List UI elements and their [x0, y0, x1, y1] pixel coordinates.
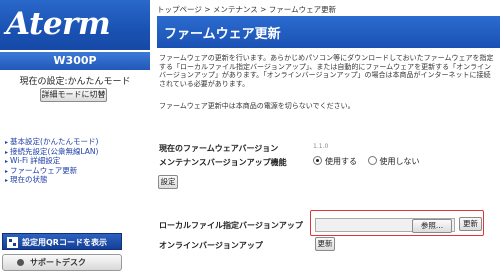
maintenance-radio-group: 使用する 使用しない	[313, 156, 428, 167]
title-bar: ファームウェア更新	[157, 16, 500, 48]
support-icon	[17, 259, 24, 266]
power-warning: ファームウェア更新中は本商品の電源を切らないでください。	[159, 102, 355, 110]
browse-button[interactable]: 参照...	[412, 219, 452, 233]
set-button[interactable]: 設定	[158, 175, 178, 189]
bullet-icon: ▸	[5, 158, 9, 166]
sidebar-item-status[interactable]: ▸ 現在の状態	[5, 176, 98, 186]
radio-option-use[interactable]: 使用する	[313, 156, 357, 166]
maintenance-upgrade-label: メンテナンスバージョンアップ機能	[159, 158, 287, 167]
page-root: Aterm W300P 現在の設定:かんたんモード 詳細モードに切替 ▸ 基本設定…	[0, 0, 500, 273]
local-update-button[interactable]: 更新	[459, 217, 482, 231]
radio-not-use[interactable]	[367, 156, 377, 165]
sidebar-item-label: Wi-Fi 詳細設定	[10, 156, 61, 166]
page-title: ファームウェア更新	[164, 27, 281, 42]
online-update-button[interactable]: 更新	[315, 237, 335, 251]
firmware-version-value: 1.1.0	[313, 143, 329, 150]
local-upgrade-label: ローカルファイル指定バージョンアップ	[159, 221, 303, 230]
radio-use[interactable]	[313, 156, 322, 165]
firmware-version-label: 現在のファームウェアバージョン	[159, 144, 279, 153]
breadcrumb[interactable]: トップページ > メンテナンス > ファームウェア更新	[157, 4, 336, 15]
logo-header: Aterm	[0, 0, 150, 50]
sidebar: Aterm W300P 現在の設定:かんたんモード 詳細モードに切替 ▸ 基本設定…	[0, 0, 150, 273]
page-description: ファームウェアの更新を行います。あらかじめパソコン等にダウンロードしておいたファ…	[159, 54, 494, 88]
sidebar-item-label: ファームウェア更新	[10, 165, 78, 175]
support-button-label: サポートデスク	[30, 258, 86, 267]
qr-button-label: 設定用QRコードを表示	[22, 238, 107, 247]
show-qr-code-button[interactable]: 設定用QRコードを表示	[2, 233, 122, 250]
radio-label-use: 使用する	[325, 157, 357, 166]
sidebar-item-label: 接続先設定(公衆無線LAN)	[10, 146, 99, 156]
bullet-icon: ▸	[5, 167, 9, 175]
aterm-logo: Aterm	[6, 6, 111, 42]
radio-option-not-use[interactable]: 使用しない	[367, 156, 420, 166]
current-mode-text: 現在の設定:かんたんモード	[19, 77, 131, 87]
support-desk-button[interactable]: サポートデスク	[2, 254, 122, 271]
qr-code-icon	[7, 237, 18, 248]
switch-detail-mode-button[interactable]: 詳細モードに切替	[40, 88, 107, 102]
radio-label-not-use: 使用しない	[379, 157, 420, 166]
bullet-icon: ▸	[5, 139, 9, 146]
sidebar-nav: ▸ 基本設定(かんたんモード) ▸ 接続先設定(公衆無線LAN) ▸ Wi-Fi 詳細…	[5, 137, 99, 186]
model-name: W300P	[0, 52, 150, 70]
bullet-icon: ▸	[5, 148, 9, 156]
sidebar-item-label: 現在の状態	[10, 175, 48, 185]
bullet-icon: ▸	[5, 177, 9, 185]
online-upgrade-label: オンラインバージョンアップ	[159, 241, 263, 250]
sidebar-item-label: 基本設定(かんたんモード)	[10, 137, 99, 146]
